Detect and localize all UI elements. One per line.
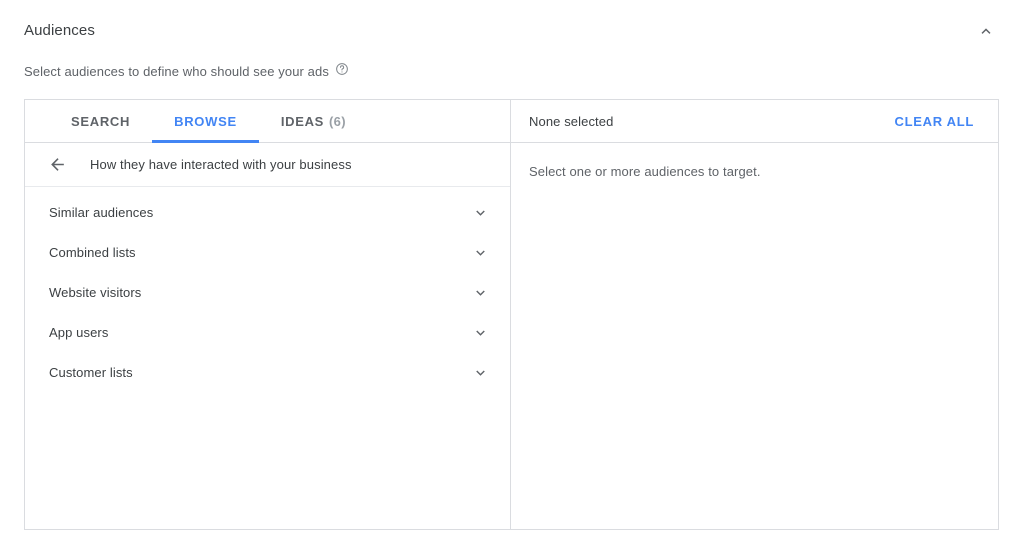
audience-category-list: Similar audiences Combined lists Website… <box>25 187 510 529</box>
chevron-down-icon[interactable] <box>468 320 492 344</box>
category-label: Website visitors <box>49 284 142 300</box>
category-label: App users <box>49 324 109 340</box>
tab-ideas-count: (6) <box>329 113 346 129</box>
page-title: Audiences <box>24 22 95 39</box>
tab-browse-label: BROWSE <box>174 113 237 129</box>
category-label: Customer lists <box>49 364 133 380</box>
tab-bar: SEARCH BROWSE IDEAS (6) <box>25 100 510 143</box>
category-row-combined-lists[interactable]: Combined lists <box>25 232 510 272</box>
chevron-down-icon[interactable] <box>468 280 492 304</box>
breadcrumb-label: How they have interacted with your busin… <box>90 157 352 172</box>
clear-all-button[interactable]: CLEAR ALL <box>895 114 974 129</box>
help-circle-icon[interactable] <box>335 62 349 76</box>
category-row-similar-audiences[interactable]: Similar audiences <box>25 192 510 232</box>
selection-status: None selected <box>529 113 614 129</box>
tab-browse[interactable]: BROWSE <box>152 100 259 143</box>
audiences-card: SEARCH BROWSE IDEAS (6) How they have in… <box>24 99 999 530</box>
selection-header: None selected CLEAR ALL <box>511 100 998 143</box>
chevron-down-icon[interactable] <box>468 200 492 224</box>
chevron-up-icon <box>977 22 995 40</box>
collapse-section-button[interactable] <box>974 19 998 43</box>
arrow-left-icon <box>48 155 67 174</box>
section-header: Audiences <box>24 18 998 44</box>
audience-browser-panel: SEARCH BROWSE IDEAS (6) How they have in… <box>25 100 511 529</box>
category-row-customer-lists[interactable]: Customer lists <box>25 352 510 392</box>
category-label: Combined lists <box>49 244 136 260</box>
tab-search[interactable]: SEARCH <box>49 100 152 142</box>
back-button[interactable] <box>41 149 73 181</box>
section-subtitle-text: Select audiences to define who should se… <box>24 64 329 79</box>
tab-ideas-label: IDEAS <box>280 113 325 129</box>
selection-empty-message: Select one or more audiences to target. <box>529 164 761 179</box>
breadcrumb: How they have interacted with your busin… <box>25 143 510 187</box>
audiences-panel: Audiences Select audiences to define who… <box>0 0 1022 554</box>
section-subtitle: Select audiences to define who should se… <box>24 63 349 81</box>
category-row-app-users[interactable]: App users <box>25 312 510 352</box>
chevron-down-icon[interactable] <box>468 240 492 264</box>
tab-ideas[interactable]: IDEAS (6) <box>259 100 368 142</box>
category-row-website-visitors[interactable]: Website visitors <box>25 272 510 312</box>
selected-audiences-panel: None selected CLEAR ALL Select one or mo… <box>511 100 998 529</box>
chevron-down-icon[interactable] <box>468 360 492 384</box>
category-label: Similar audiences <box>49 204 154 220</box>
tab-search-label: SEARCH <box>71 113 131 129</box>
